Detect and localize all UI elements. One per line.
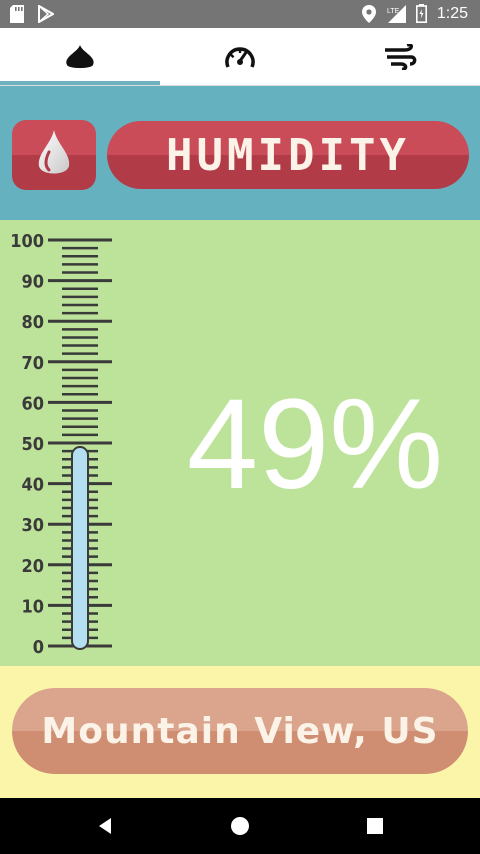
sd-card-icon [10, 5, 24, 23]
tick-label: 30 [21, 515, 44, 536]
play-store-icon [38, 5, 54, 23]
home-icon [231, 817, 249, 835]
tick-label: 70 [21, 353, 44, 374]
back-icon [99, 818, 111, 834]
tick-label: 20 [21, 556, 44, 577]
location-icon [361, 4, 376, 23]
tab-pressure[interactable] [160, 28, 320, 85]
thermometer-scale: 1009080706050403020100 [10, 231, 112, 658]
svg-text:LTE: LTE [387, 8, 400, 15]
active-tab-indicator [0, 81, 160, 85]
tick-label: 100 [10, 231, 44, 252]
back-button[interactable] [75, 806, 135, 846]
tick-label: 60 [21, 393, 44, 414]
tick-label: 80 [21, 312, 44, 333]
tick-label: 40 [21, 475, 44, 496]
recents-button[interactable] [345, 806, 405, 846]
gauge-icon [225, 46, 255, 68]
tick-label: 0 [33, 637, 44, 658]
status-bar: LTE 1:25 [0, 0, 480, 28]
wind-icon [385, 43, 417, 70]
home-button[interactable] [210, 806, 270, 846]
tick-label: 50 [21, 434, 44, 455]
tab-wind[interactable] [320, 28, 480, 85]
location-label[interactable]: Mountain View, US [12, 688, 468, 774]
recents-icon [367, 818, 383, 834]
navigation-bar [0, 798, 480, 854]
signal-icon: LTE [387, 4, 406, 23]
clock: 1:25 [436, 4, 468, 22]
page-title: HUMIDITY [107, 121, 469, 189]
tick-label: 10 [21, 596, 44, 617]
battery-icon [415, 4, 427, 23]
tab-humidity[interactable] [0, 28, 160, 85]
humidity-icon-badge [12, 120, 96, 190]
tab-bar [0, 28, 480, 86]
water-drop-icon [38, 130, 70, 174]
gauge-tube [71, 446, 89, 650]
drop-icon [66, 44, 94, 68]
tick-label: 90 [21, 272, 44, 293]
humidity-value: 49% [186, 373, 444, 516]
